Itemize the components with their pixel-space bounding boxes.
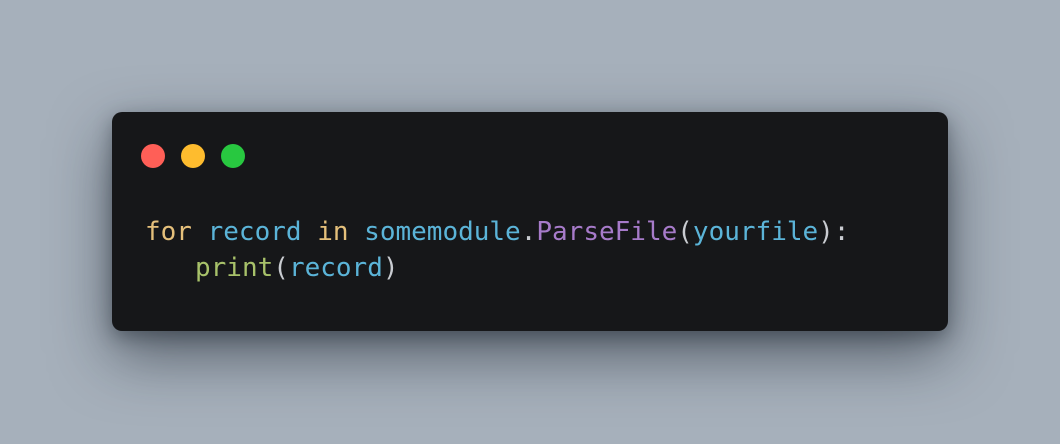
minimize-dot-icon[interactable] xyxy=(181,144,205,168)
builtin-print: print xyxy=(195,253,274,283)
argument-record: record xyxy=(288,253,383,283)
window-controls xyxy=(141,144,245,168)
open-paren: ( xyxy=(677,217,693,247)
code-block: for record in somemodule.ParseFile(yourf… xyxy=(145,214,849,286)
open-paren: ( xyxy=(273,253,289,283)
close-paren: ) xyxy=(382,253,399,283)
code-line-2: print(record) xyxy=(145,250,849,286)
maximize-dot-icon[interactable] xyxy=(221,144,245,168)
dot-operator: . xyxy=(520,217,537,247)
close-paren-colon: ): xyxy=(818,217,850,247)
method-name: ParseFile xyxy=(536,217,678,247)
close-dot-icon[interactable] xyxy=(141,144,165,168)
module-name: somemodule xyxy=(364,217,521,247)
code-line-1: for record in somemodule.ParseFile(yourf… xyxy=(145,214,849,250)
keyword-for: for xyxy=(145,217,192,247)
variable-record: record xyxy=(207,217,302,247)
argument-yourfile: yourfile xyxy=(692,217,819,247)
code-window: for record in somemodule.ParseFile(yourf… xyxy=(112,112,948,331)
keyword-in: in xyxy=(317,217,349,247)
